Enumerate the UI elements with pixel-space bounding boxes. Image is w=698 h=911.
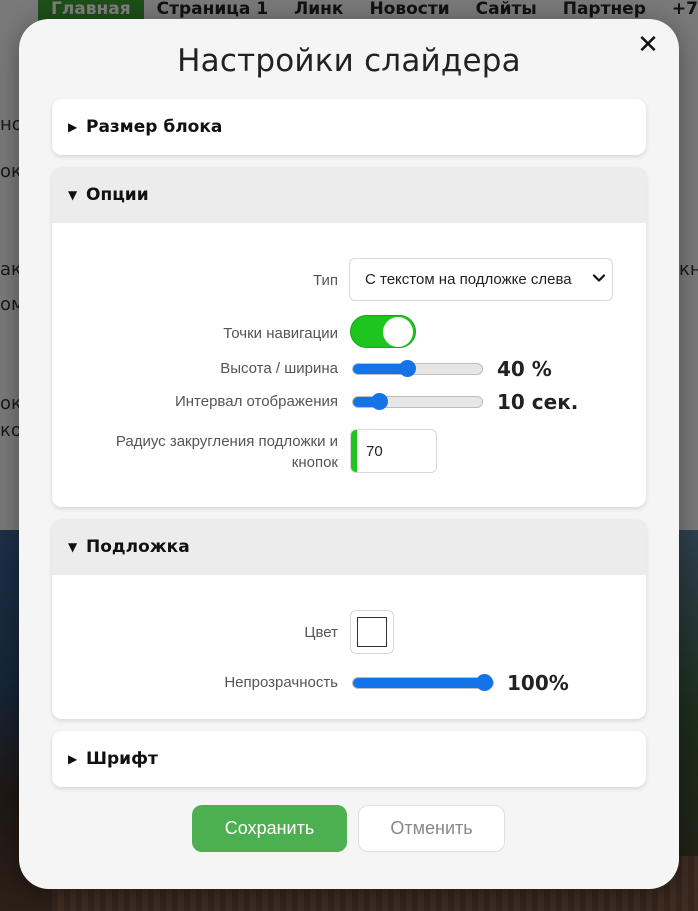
nav-points-label: Точки навигации [223, 325, 338, 342]
input-accent-bar [351, 430, 357, 472]
interval-slider[interactable] [352, 393, 483, 410]
type-select-value: С текстом на подложке слева [365, 271, 572, 288]
panel-backing: ▼ Подложка Цвет Непрозрачность 100% [52, 519, 646, 719]
ratio-value: 40 % [497, 357, 552, 381]
panel-block-size-title: Размер блока [86, 117, 223, 137]
ratio-label: Высота / ширина [220, 360, 338, 377]
caret-right-icon: ▶ [68, 752, 78, 766]
color-swatch [357, 617, 387, 647]
nav-points-toggle[interactable] [350, 315, 416, 348]
interval-value: 10 сек. [497, 390, 579, 414]
type-label: Тип [312, 272, 338, 289]
caret-down-icon: ▼ [68, 188, 78, 202]
radius-label: Радиус закругления подложки и кнопок [115, 433, 338, 471]
panel-block-size-header[interactable]: ▶ Размер блока [52, 99, 646, 155]
cancel-button[interactable]: Отменить [358, 805, 505, 852]
radius-input-value: 70 [366, 442, 383, 460]
panel-options-title: Опции [86, 185, 149, 205]
opacity-value: 100% [507, 671, 569, 695]
slider-thumb[interactable] [370, 393, 388, 410]
panel-block-size: ▶ Размер блока [52, 99, 646, 155]
panel-font-title: Шрифт [86, 749, 158, 769]
panel-backing-title: Подложка [86, 537, 190, 557]
caret-right-icon: ▶ [68, 120, 78, 134]
type-select[interactable]: С текстом на подложке слева [349, 258, 613, 301]
save-button[interactable]: Сохранить [192, 805, 347, 852]
opacity-slider[interactable] [352, 674, 494, 691]
panel-font-header[interactable]: ▶ Шрифт [52, 731, 646, 787]
chevron-down-icon [592, 274, 606, 282]
panel-options-header[interactable]: ▼ Опции [52, 167, 646, 223]
ratio-slider[interactable] [352, 360, 483, 377]
opacity-label: Непрозрачность [224, 674, 338, 691]
slider-thumb[interactable] [476, 674, 493, 691]
modal-title: Настройки слайдера [177, 43, 521, 79]
slider-settings-modal: ✕ Настройки слайдера ▶ Размер блока ▼ Оп… [19, 19, 679, 889]
panel-options: ▼ Опции Тип С текстом на подложке слева … [52, 167, 646, 507]
color-picker[interactable] [350, 610, 394, 654]
panel-backing-header[interactable]: ▼ Подложка [52, 519, 646, 575]
caret-down-icon: ▼ [68, 540, 78, 554]
interval-label: Интервал отображения [174, 393, 338, 410]
toggle-knob [383, 317, 413, 347]
panel-font: ▶ Шрифт [52, 731, 646, 787]
radius-input[interactable]: 70 [350, 429, 437, 473]
slider-thumb[interactable] [399, 360, 417, 377]
color-label: Цвет [304, 624, 338, 641]
